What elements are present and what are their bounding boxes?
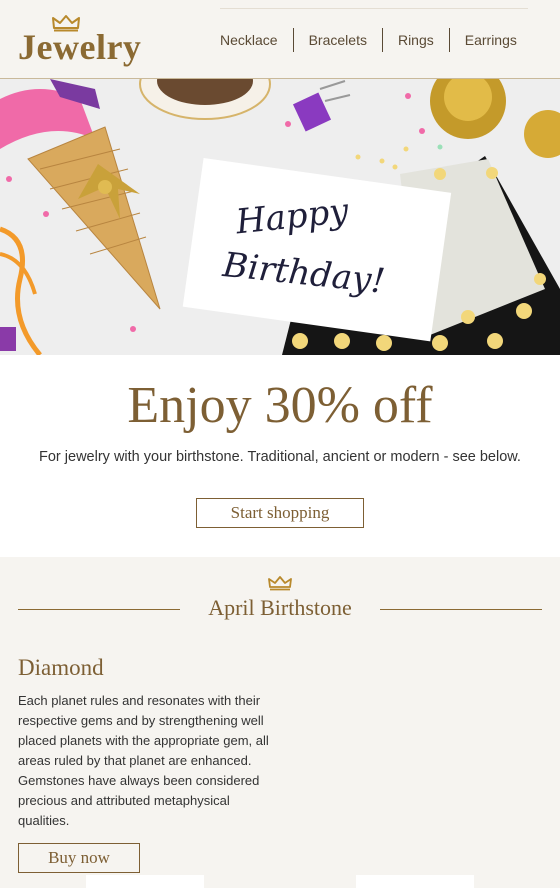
birthstone-section: April Birthstone Diamond Each planet rul… xyxy=(0,557,560,888)
offer-section: Enjoy 30% off For jewelry with your birt… xyxy=(0,355,560,557)
nav-earrings[interactable]: Earrings xyxy=(448,28,532,52)
divider-right xyxy=(380,609,542,610)
section-title: April Birthstone xyxy=(208,595,352,620)
divider-left xyxy=(18,609,180,610)
nav-necklace[interactable]: Necklace xyxy=(205,28,293,52)
product-thumbnail[interactable] xyxy=(356,875,474,888)
main-nav: Necklace Bracelets Rings Earrings xyxy=(205,28,532,52)
stone-name: Diamond xyxy=(18,655,104,680)
logo[interactable]: Jewelry xyxy=(18,14,142,67)
start-shopping-button[interactable]: Start shopping xyxy=(196,498,364,528)
header: Jewelry Necklace Bracelets Rings Earring… xyxy=(0,0,560,79)
crown-icon xyxy=(268,576,292,591)
nav-bracelets[interactable]: Bracelets xyxy=(292,28,382,52)
logo-text: Jewelry xyxy=(18,27,142,67)
offer-subtitle: For jewelry with your birthstone. Tradit… xyxy=(39,449,521,465)
stone-description: Each planet rules and resonates with the… xyxy=(18,693,269,828)
product-thumbnail[interactable] xyxy=(86,875,204,888)
nav-divider xyxy=(220,8,528,9)
birthday-illustration: Happy Birthday! xyxy=(0,79,560,355)
nav-rings[interactable]: Rings xyxy=(381,28,449,52)
offer-title: Enjoy 30% off xyxy=(127,377,433,434)
buy-now-button[interactable]: Buy now xyxy=(18,843,140,873)
hero-image: Happy Birthday! xyxy=(0,79,560,355)
